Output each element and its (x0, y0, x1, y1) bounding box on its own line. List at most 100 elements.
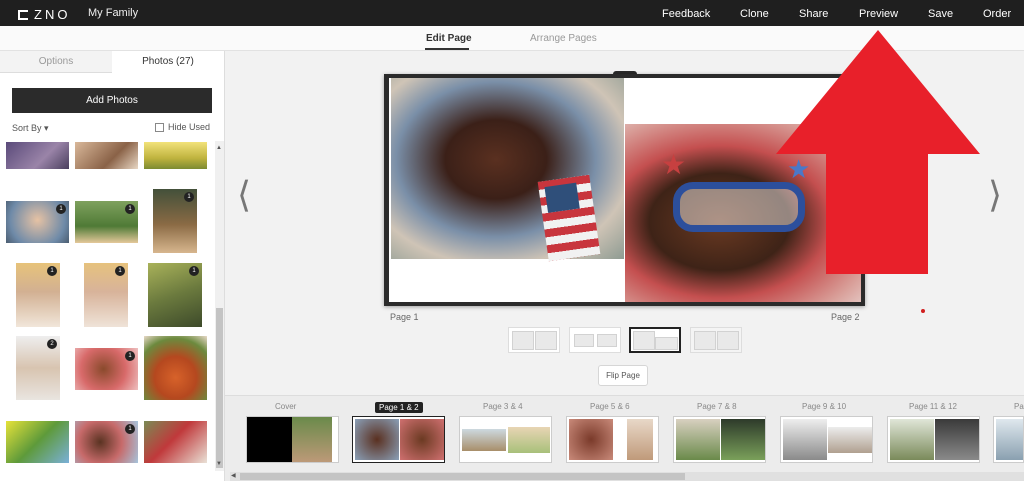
strip-label: Page 7 & 8 (697, 402, 737, 411)
share-button[interactable]: Share (799, 8, 828, 20)
strip-photo (721, 419, 765, 460)
page-left-label: Page 1 (390, 312, 419, 322)
layout-option[interactable] (508, 327, 560, 353)
cover-front (292, 417, 332, 462)
zno-logo[interactable]: ZNO (18, 7, 70, 22)
photo-thumb[interactable] (143, 420, 208, 464)
project-name[interactable]: My Family (88, 7, 138, 19)
strip-thumb[interactable] (566, 416, 659, 463)
strip-thumb-selected[interactable] (352, 416, 445, 463)
photo-grid: 1 1 1 1 1 1 2 1 1 (0, 141, 215, 481)
tab-photos[interactable]: Photos (27) (112, 51, 224, 73)
layout-cell (633, 331, 655, 350)
tab-arrange-pages[interactable]: Arrange Pages (530, 33, 597, 44)
strip-photo (355, 419, 399, 460)
photo-thumb[interactable]: 1 (152, 188, 198, 254)
layout-option[interactable] (569, 327, 621, 353)
layout-cell (512, 331, 534, 350)
scrollbar-thumb[interactable] (240, 473, 685, 480)
order-button[interactable]: Order (983, 8, 1011, 20)
hide-used-checkbox[interactable] (155, 122, 164, 132)
photo-list-scrollbar[interactable]: ▲ ▼ (215, 141, 224, 471)
layout-cell (717, 331, 739, 350)
strip-photo (676, 419, 720, 460)
strip-photo (508, 427, 550, 453)
tab-edit-page[interactable]: Edit Page (426, 33, 472, 44)
next-page-icon[interactable]: ⟩ (988, 178, 1002, 214)
photo-thumb[interactable]: 1 (74, 347, 139, 391)
tab-options[interactable]: Options (0, 51, 112, 73)
photo-thumb[interactable]: 1 (147, 262, 203, 328)
scroll-down-icon[interactable]: ▼ (216, 461, 222, 467)
strip-photo (996, 419, 1023, 460)
feedback-button[interactable]: Feedback (662, 8, 710, 20)
strip-thumb[interactable] (887, 416, 980, 463)
usage-badge: 1 (47, 266, 57, 276)
logo-mark-icon (18, 9, 28, 20)
star-decoration-icon: ★ (661, 149, 687, 180)
strip-photo (462, 429, 506, 451)
photo-thumb[interactable]: 1 (15, 262, 61, 328)
photo-thumb[interactable]: 1 (5, 200, 70, 244)
top-bar: ZNO My Family Feedback Clone Share Previ… (0, 0, 1024, 26)
layout-cell (597, 334, 617, 347)
caret-down-icon: ▾ (44, 123, 49, 133)
strip-thumb[interactable] (459, 416, 552, 463)
annotation-arrow (776, 30, 980, 274)
photo-thumb[interactable] (143, 335, 208, 401)
layout-option-selected[interactable] (629, 327, 681, 353)
usage-badge: 1 (184, 192, 194, 202)
strip-thumb[interactable] (673, 416, 766, 463)
scroll-left-icon[interactable]: ◀ (231, 472, 236, 479)
strip-label: Pa (1014, 402, 1024, 411)
strip-label: Page 11 & 12 (909, 402, 957, 411)
photo-thumb[interactable] (5, 420, 70, 464)
layout-cell (694, 331, 716, 350)
logo-text: ZNO (34, 7, 71, 22)
filmstrip-scrollbar[interactable]: ◀ (230, 472, 1024, 481)
layout-cell (535, 331, 557, 350)
left-page-photo[interactable] (391, 78, 624, 262)
active-tab-indicator (425, 48, 469, 50)
strip-label: Page 9 & 10 (802, 402, 847, 411)
sort-by-label: Sort By (12, 123, 42, 133)
scrollbar-thumb[interactable] (216, 308, 223, 468)
save-button[interactable]: Save (928, 8, 953, 20)
flip-page-button[interactable]: Flip Page (598, 365, 648, 386)
strip-photo (828, 427, 872, 453)
strip-photo (627, 419, 653, 460)
hide-used-toggle[interactable]: Hide Used (155, 122, 210, 132)
strip-photo (400, 419, 444, 460)
strip-photo (890, 419, 934, 460)
layout-cell (574, 334, 594, 347)
strip-thumb[interactable] (993, 416, 1024, 463)
sort-by-dropdown[interactable]: Sort By ▾ (12, 123, 49, 134)
scroll-up-icon[interactable]: ▲ (216, 145, 222, 151)
flag-detail (537, 174, 601, 262)
page-right-label: Page 2 (831, 312, 860, 322)
photo-thumb[interactable]: 2 (15, 335, 61, 401)
photo-thumb[interactable] (143, 141, 208, 170)
clone-button[interactable]: Clone (740, 8, 769, 20)
strip-label-cover: Cover (275, 402, 297, 411)
add-photos-button[interactable]: Add Photos (12, 88, 212, 113)
usage-badge: 1 (125, 204, 135, 214)
photo-thumb[interactable]: 1 (74, 200, 139, 244)
previous-page-icon[interactable]: ⟨ (237, 178, 251, 214)
usage-badge: 1 (125, 424, 135, 434)
strip-label-current: Page 1 & 2 (375, 402, 423, 413)
photo-thumb[interactable]: 1 (83, 262, 129, 328)
strip-thumb-cover[interactable] (246, 416, 339, 463)
annotation-dot (921, 309, 925, 313)
preview-button[interactable]: Preview (859, 8, 898, 20)
photo-thumb[interactable] (5, 141, 70, 170)
strip-thumb[interactable] (780, 416, 873, 463)
photo-thumb[interactable]: 1 (74, 420, 139, 464)
layout-option[interactable] (690, 327, 742, 353)
layout-cell (655, 337, 678, 350)
usage-badge: 1 (189, 266, 199, 276)
strip-label: Page 3 & 4 (483, 402, 523, 411)
strip-photo (935, 419, 979, 460)
strip-label: Page 5 & 6 (590, 402, 630, 411)
photo-thumb[interactable] (74, 141, 139, 170)
